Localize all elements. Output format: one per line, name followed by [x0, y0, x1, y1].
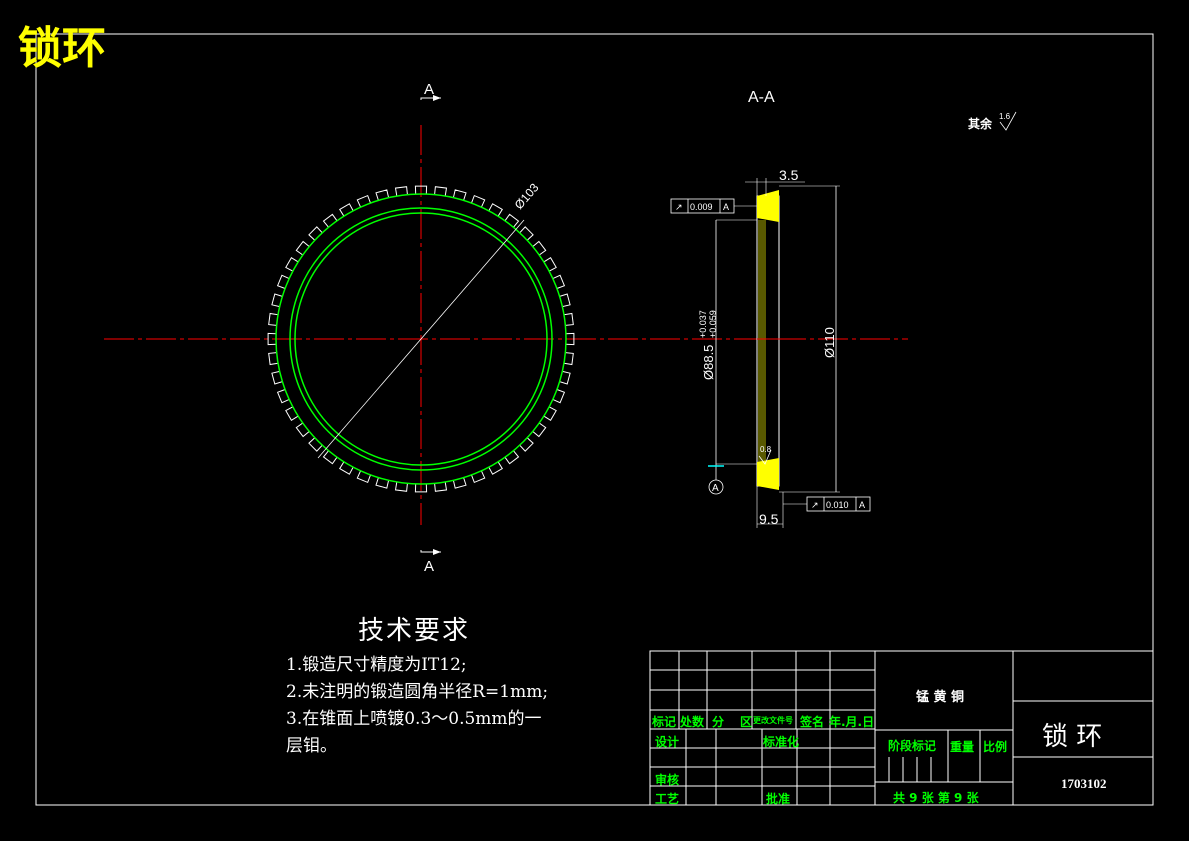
tb-header-mark: 标记 — [652, 715, 677, 729]
section-view-label: A-A — [748, 89, 775, 106]
tb-header-zone: 区 — [740, 715, 753, 729]
tolerance-frame-top: ↗ 0.009 A — [670, 198, 757, 214]
svg-text:↗: ↗ — [675, 202, 683, 212]
roughness-note: 其余 1.6 — [968, 111, 1017, 131]
tech-requirement-2: 2.未注明的锻造圆角半径R=1mm; — [286, 682, 549, 702]
tech-requirement-3: 3.在锥面上喷镀0.3～0.5mm的一 — [286, 709, 542, 729]
tb-process: 工艺 — [655, 792, 680, 806]
tb-review: 审核 — [655, 773, 680, 787]
dim-110: Ø110 — [822, 327, 837, 358]
dim-3-5: 3.5 — [779, 167, 799, 183]
tb-standardization: 标准化 — [763, 735, 800, 749]
dim-88-5: Ø88.5 — [701, 345, 716, 380]
roughness-label: 其余 — [968, 116, 993, 131]
tb-header-count: 处数 — [680, 715, 705, 729]
section-letter-top: A — [424, 81, 434, 98]
roughness-value: 1.6 — [999, 112, 1011, 121]
section-view: A-A 3.5 9.5 Ø110 Ø88.5 +0.037 +0.059 0.8… — [670, 89, 871, 528]
section-hatch-top — [757, 190, 779, 222]
tb-sheets: 共 9 张 第 9 张 — [893, 791, 979, 805]
section-hatch-bottom — [757, 458, 779, 490]
svg-text:A: A — [723, 202, 729, 212]
tol-lower: +0.059 — [708, 310, 718, 338]
tb-header-change: 更改文件号 — [753, 716, 793, 725]
tb-stage-mark: 阶段标记 — [888, 739, 937, 753]
tb-part-name: 锁 环 — [1042, 722, 1103, 752]
svg-text:0.010: 0.010 — [826, 500, 849, 510]
corner-title: 锁环 — [18, 23, 106, 74]
tb-design: 设计 — [655, 735, 680, 749]
gear-front-view: Ø103 A A — [104, 81, 908, 575]
tb-weight: 重量 — [950, 740, 975, 754]
dim-9-5: 9.5 — [759, 511, 779, 527]
outer-dia-label: Ø103 — [512, 180, 542, 212]
tb-drawing-number: 1703102 — [1061, 776, 1107, 791]
section-cone-face — [758, 220, 766, 464]
svg-text:↗: ↗ — [811, 500, 819, 510]
tb-scale: 比例 — [983, 740, 1008, 754]
section-letter-bottom: A — [424, 558, 434, 575]
tb-approve: 批准 — [766, 792, 791, 806]
tb-header-sign: 签名 — [800, 715, 825, 729]
drawing-canvas: Ø103 A A A-A 3.5 9.5 Ø110 Ø88.5 +0.037 +… — [35, 33, 1154, 806]
tol-upper: +0.037 — [698, 310, 708, 338]
datum-letter: A — [712, 483, 719, 494]
drawing-border — [35, 33, 1154, 806]
svg-text:0.009: 0.009 — [690, 202, 713, 212]
tb-material: 锰 黄 铜 — [916, 690, 965, 705]
tb-header-date: 年.月.日 — [829, 715, 875, 729]
tech-requirements-title: 技术要求 — [358, 616, 471, 646]
svg-text:A: A — [859, 500, 865, 510]
tb-header-part: 分 — [712, 715, 725, 729]
tolerance-frame-bottom: ↗ 0.010 A — [783, 496, 871, 512]
tech-requirement-4: 层钼。 — [286, 736, 337, 756]
tech-requirement-1: 1.锻造尺寸精度为IT12; — [286, 655, 467, 675]
